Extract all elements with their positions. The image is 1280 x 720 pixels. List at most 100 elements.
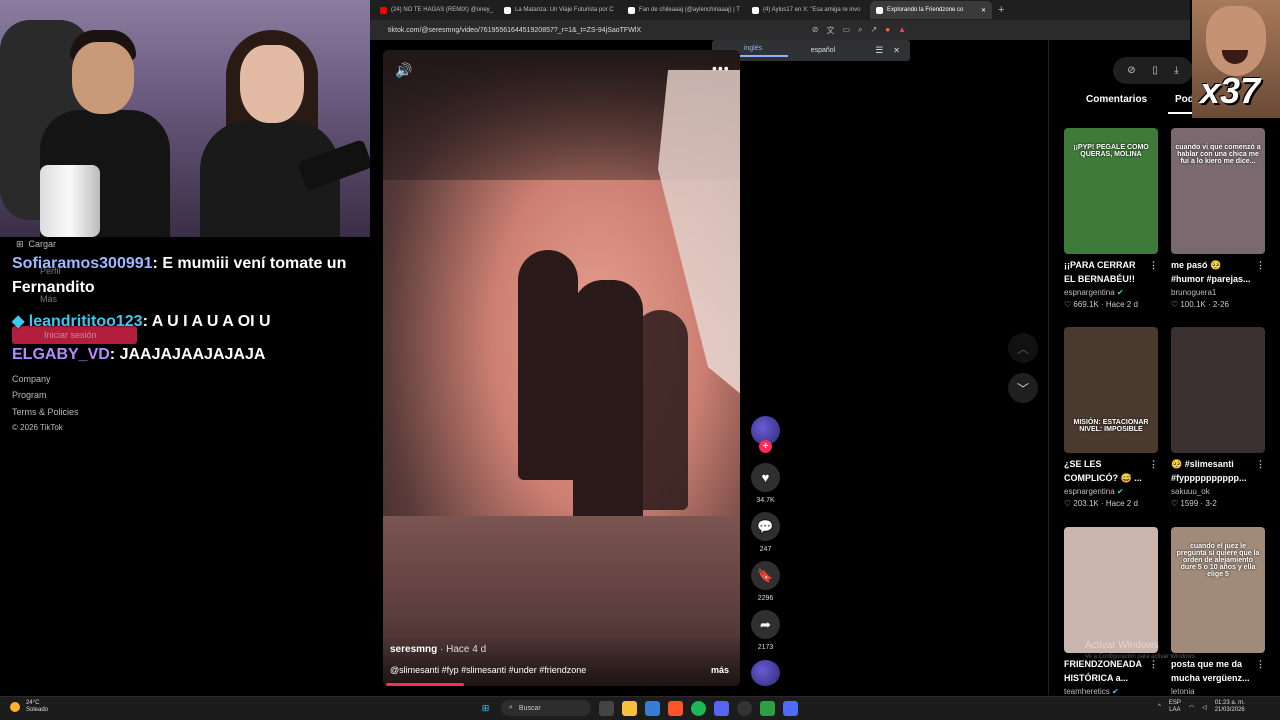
card-more-icon[interactable]: ⋮ [1149, 258, 1158, 272]
follow-plus-icon[interactable]: + [759, 440, 772, 453]
video-thumbnail[interactable]: cuando el juez le pregunta si quiere que… [1171, 527, 1265, 653]
shield-icon[interactable]: ● [885, 25, 890, 36]
card-title[interactable]: posta que me da mucha vergüenz... ⋮ [1171, 657, 1265, 685]
panel-divider [1048, 40, 1049, 695]
task-view-icon[interactable] [599, 700, 614, 716]
video-card[interactable]: FRIENDZONEADA HISTÓRICA a... ⋮ teamheretic… [1064, 527, 1158, 696]
card-author[interactable]: espnargentina ✔ [1064, 487, 1158, 496]
browser-tab[interactable]: (4) Aylus17 en X: "Esa amiga re invo [746, 1, 868, 19]
tiktok-icon [876, 6, 883, 14]
no-media-icon[interactable]: ⊘ [812, 25, 819, 36]
obs-icon[interactable] [737, 700, 752, 716]
video-card[interactable]: 🥺 #slimesanti #fypppppppppp... ⋮ sakuuu_ok… [1171, 327, 1265, 508]
upload-link[interactable]: ⊞ Cargar [16, 239, 56, 250]
streamer-webcam [0, 0, 370, 237]
card-title[interactable]: ¿SE LES COMPLICÓ? 😅 ... ⋮ [1064, 457, 1158, 485]
bookmark-icon[interactable]: 🔖 [751, 561, 780, 590]
sound-avatar[interactable] [751, 660, 780, 686]
more-button[interactable]: más [711, 665, 729, 675]
browser-tab[interactable]: La Matanza: Un Viaje Futurista por C [498, 1, 620, 19]
video-thumbnail[interactable] [1171, 327, 1265, 453]
share-icon[interactable]: ↗ [871, 25, 878, 36]
comment-action[interactable]: 💬 247 [751, 512, 780, 553]
card-author[interactable]: espnargentina ✔ [1064, 288, 1158, 297]
panel-toolbar: ⊘ ▯ ⤓ [1113, 57, 1193, 84]
like-action[interactable]: ♥ 34.7K [751, 463, 780, 504]
card-stats: ♡ 203.1K · Hace 2 d [1064, 499, 1138, 508]
taskbar-search[interactable]: ⌕ Buscar [501, 700, 591, 716]
footer-link-terms[interactable]: Terms & Policies [12, 407, 79, 417]
browser-tab[interactable]: (24) NO TE HAGAS (REMIX) @oney_ [374, 1, 496, 19]
download-icon[interactable]: ⤓ [1174, 65, 1178, 76]
save-action[interactable]: 🔖 2296 [751, 561, 780, 602]
browser-tab[interactable]: Fan de chileaaaj (@aylenchinaaaj) | T [622, 1, 744, 19]
card-author[interactable]: letonia [1171, 687, 1265, 696]
video-description[interactable]: @slimesanti #fyp #slimesanti #under #fri… [390, 665, 586, 675]
card-more-icon[interactable]: ⋮ [1149, 457, 1158, 471]
discord-icon[interactable] [714, 700, 729, 716]
video-progress-bar[interactable] [386, 683, 464, 686]
video-card[interactable]: cuando el juez le pregunta si quiere que… [1171, 527, 1265, 696]
translate-icon[interactable]: 文 [826, 25, 834, 36]
card-more-icon[interactable]: ⋮ [1256, 258, 1265, 272]
brave-icon[interactable] [668, 700, 683, 716]
browser-tab-active[interactable]: Explorando la Friendzone co ✕ [870, 1, 992, 19]
card-title[interactable]: me pasó 🥺 #humor #parejas... ⋮ [1171, 258, 1265, 286]
clock[interactable]: 01:23 a. m. 21/03/2026 [1215, 700, 1245, 714]
wifi-icon[interactable]: ◠ [1189, 704, 1194, 711]
menu-icon[interactable]: ☰ [875, 45, 883, 56]
store-icon[interactable] [645, 700, 660, 716]
phone-icon[interactable]: ▯ [1152, 65, 1158, 76]
heart-icon[interactable]: ♥ [751, 463, 780, 492]
video-thumbnail[interactable]: cuando vi que comenzó a hablar con una c… [1171, 128, 1265, 254]
video-thumbnail[interactable]: MISIÓN: ESTACIONAR NIVEL: IMPOSIBLE [1064, 327, 1158, 453]
card-more-icon[interactable]: ⋮ [1256, 457, 1265, 471]
card-author[interactable]: brunoguera1 [1171, 288, 1265, 297]
url-text[interactable]: tiktok.com/@seresmng/video/7619556164451… [388, 27, 641, 34]
video-thumbnail[interactable]: ¡¡PYP! PEGALE COMO QUERAS, MOLINA [1064, 128, 1158, 254]
close-icon[interactable]: ✕ [893, 46, 900, 55]
footer-link-program[interactable]: Program [12, 390, 47, 400]
card-author[interactable]: teamheretics ✔ [1064, 687, 1158, 696]
card-author[interactable]: sakuuu_ok [1171, 487, 1265, 496]
volume-icon[interactable]: 🔊 [395, 62, 412, 79]
input-language[interactable]: ESP LAA [1169, 700, 1181, 714]
footer-link-company[interactable]: Company [12, 374, 51, 384]
video-card[interactable]: cuando vi que comenzó a hablar con una c… [1171, 128, 1265, 309]
card-title[interactable]: ¡¡PARA CERRAR EL BERNABÉU!! 🤯 ...⋮ [1064, 258, 1158, 286]
windows-start-icon[interactable]: ⊞ [478, 701, 493, 716]
address-bar[interactable]: tiktok.com/@seresmng/video/7619556164451… [370, 20, 1190, 40]
card-more-icon[interactable]: ⋮ [1256, 657, 1265, 671]
share-arrow-icon[interactable]: ➦ [751, 610, 780, 639]
app-icon[interactable] [760, 700, 775, 716]
weather-widget[interactable]: 24°C Soleado [10, 700, 48, 714]
video-card[interactable]: ¡¡PYP! PEGALE COMO QUERAS, MOLINA ¡¡PARA … [1064, 128, 1158, 309]
card-title[interactable]: 🥺 #slimesanti #fypppppppppp... ⋮ [1171, 457, 1265, 485]
app-icon[interactable] [783, 700, 798, 716]
spotify-icon[interactable] [691, 700, 706, 716]
card-title[interactable]: FRIENDZONEADA HISTÓRICA a... ⋮ [1064, 657, 1158, 685]
compass-icon[interactable]: ⊘ [1127, 65, 1135, 76]
tab-comments[interactable]: Comentarios [1086, 94, 1147, 105]
chat-username: Sofiaramos300991 [12, 255, 153, 272]
verified-icon: ✔ [1116, 288, 1124, 297]
chevron-up-icon[interactable]: ^ [1158, 704, 1161, 710]
comment-icon[interactable]: 💬 [751, 512, 780, 541]
next-video-button[interactable]: ﹀ [1008, 373, 1038, 403]
new-tab-button[interactable]: + [998, 4, 1004, 16]
previous-video-button[interactable]: ︿ [1008, 333, 1038, 363]
file-explorer-icon[interactable] [622, 700, 637, 716]
zoom-icon[interactable]: ⌕ [858, 25, 862, 36]
translate-target-lang[interactable]: español [788, 47, 858, 54]
video-card[interactable]: MISIÓN: ESTACIONAR NIVEL: IMPOSIBLE ¿SE L… [1064, 327, 1158, 508]
video-thumbnail[interactable] [1064, 527, 1158, 653]
webcam-person-face [240, 45, 304, 123]
share-action[interactable]: ➦ 2173 [751, 610, 780, 651]
volume-icon[interactable]: ◁ [1202, 704, 1207, 711]
video-player[interactable] [383, 50, 740, 686]
close-tab-icon[interactable]: ✕ [981, 7, 986, 14]
video-author[interactable]: seresmng · Hace 4 d [390, 644, 486, 655]
more-options-icon[interactable]: ••• [712, 60, 730, 76]
alert-icon[interactable]: ▲ [898, 25, 906, 36]
cast-icon[interactable]: ▭ [842, 25, 850, 36]
